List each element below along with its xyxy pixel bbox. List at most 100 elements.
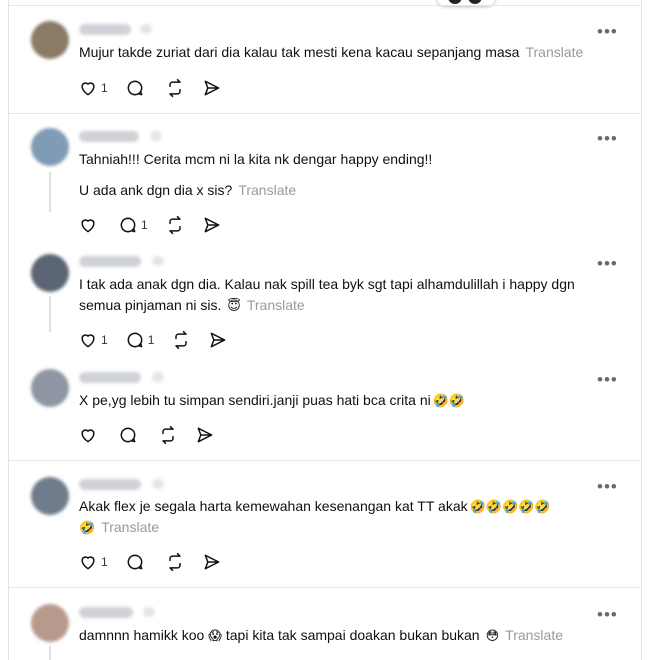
comment-actions xyxy=(78,424,232,446)
timestamp xyxy=(140,24,152,34)
thread-line xyxy=(49,172,51,212)
share-button[interactable] xyxy=(202,77,222,99)
timestamp xyxy=(150,131,162,141)
like-count: 1 xyxy=(101,333,108,347)
comment-actions: 1 1 xyxy=(78,329,245,351)
comment-icon xyxy=(120,217,136,233)
avatar[interactable] xyxy=(31,21,69,59)
heart-icon xyxy=(81,82,95,96)
more-options-icon[interactable]: ••• xyxy=(597,606,624,623)
emoji: 🤣🤣 xyxy=(432,393,466,408)
comment-text: U ada ank dgn dia x sis? Translate xyxy=(79,180,620,201)
comment-text: 🤣 Translate xyxy=(79,517,620,538)
comment-actions: 1 xyxy=(78,551,239,573)
reply-count: 1 xyxy=(147,333,155,347)
heart-icon xyxy=(81,556,95,570)
comment-body: Akak flex je segala harta kemewahan kese… xyxy=(79,498,468,514)
divider xyxy=(8,587,640,588)
share-button[interactable] xyxy=(202,551,222,573)
comment-body: I tak ada anak dgn dia. Kalau nak spill … xyxy=(79,276,575,292)
reply-count: 1 xyxy=(141,218,148,232)
comment-body: damnnn hamikk koo xyxy=(79,627,205,643)
comment-icon xyxy=(127,332,143,348)
username[interactable] xyxy=(79,607,133,618)
avatar[interactable] xyxy=(31,369,69,407)
reply-button[interactable]: 1 xyxy=(125,329,155,351)
username[interactable] xyxy=(79,479,141,490)
repost-button[interactable] xyxy=(165,551,185,573)
emoji: 😳 xyxy=(485,628,500,643)
like-button[interactable] xyxy=(78,214,101,236)
reply-button[interactable] xyxy=(125,77,148,99)
username[interactable] xyxy=(79,131,139,142)
translate-link[interactable]: Translate xyxy=(238,182,296,198)
comment-actions: 1 xyxy=(78,77,239,99)
like-button[interactable] xyxy=(78,424,101,446)
like-count: 1 xyxy=(101,81,108,95)
translate-link[interactable]: Translate xyxy=(525,44,583,60)
repost-button[interactable] xyxy=(165,77,185,99)
repost-button[interactable] xyxy=(171,329,191,351)
more-options-icon[interactable]: ••• xyxy=(597,478,624,495)
heart-icon xyxy=(81,219,95,233)
comment-icon xyxy=(120,427,136,443)
timestamp xyxy=(152,256,164,266)
thread-line xyxy=(49,646,51,660)
more-options-icon[interactable]: ••• xyxy=(597,23,624,40)
emoji: 😇 xyxy=(227,298,241,313)
heart-icon xyxy=(81,334,95,348)
comment-body: X pe,yg lebih tu simpan sendiri.janji pu… xyxy=(79,392,431,408)
avatar[interactable] xyxy=(31,128,69,166)
thread-line xyxy=(49,296,51,332)
reply-button[interactable] xyxy=(118,424,141,446)
translate-link[interactable]: Translate xyxy=(247,297,305,313)
heart-icon xyxy=(81,429,95,443)
share-button[interactable] xyxy=(208,329,228,351)
translate-link[interactable]: Translate xyxy=(505,627,563,643)
avatar[interactable] xyxy=(31,254,69,292)
emoji: 🤣🤣🤣🤣🤣 xyxy=(469,499,551,514)
like-button[interactable]: 1 xyxy=(78,77,108,99)
more-options-icon[interactable]: ••• xyxy=(597,371,624,388)
more-options-icon[interactable]: ••• xyxy=(597,255,624,272)
divider xyxy=(8,113,640,114)
translate-link[interactable]: Translate xyxy=(101,519,159,535)
comment-text: Mujur takde zuriat dari dia kalau tak me… xyxy=(79,42,620,63)
comment-icon xyxy=(127,554,143,570)
avatar[interactable] xyxy=(31,477,69,515)
timestamp xyxy=(152,479,164,489)
avatar[interactable] xyxy=(31,604,69,642)
emoji: 🤣 xyxy=(79,520,96,535)
comment-text: I tak ada anak dgn dia. Kalau nak spill … xyxy=(79,274,620,295)
comment-text: damnnn hamikk koo 😱 tapi kita tak sampai d… xyxy=(79,625,620,646)
username[interactable] xyxy=(79,256,141,267)
send-icon xyxy=(204,554,220,570)
username[interactable] xyxy=(79,24,131,35)
comment-text: semua pinjaman ni sis. 😇 Translate xyxy=(79,295,620,316)
share-button[interactable] xyxy=(195,424,215,446)
send-icon xyxy=(204,217,220,233)
repost-icon xyxy=(175,330,188,350)
username[interactable] xyxy=(79,372,141,383)
emoji: 😱 xyxy=(208,628,222,643)
send-icon xyxy=(204,80,220,96)
comment-body: Tahniah!!! Cerita mcm ni la kita nk deng… xyxy=(79,151,433,167)
like-button[interactable]: 1 xyxy=(78,551,108,573)
timestamp xyxy=(143,607,155,617)
like-button[interactable]: 1 xyxy=(78,329,108,351)
divider xyxy=(8,460,640,461)
divider xyxy=(8,5,640,6)
reply-button[interactable] xyxy=(125,551,148,573)
timestamp xyxy=(152,372,164,382)
avatar xyxy=(468,0,482,4)
reply-button[interactable]: 1 xyxy=(118,214,148,236)
repost-button[interactable] xyxy=(165,214,185,236)
repost-button[interactable] xyxy=(158,424,178,446)
more-options-icon[interactable]: ••• xyxy=(597,130,624,147)
repost-icon xyxy=(168,215,181,235)
share-button[interactable] xyxy=(202,214,222,236)
like-count: 1 xyxy=(101,555,108,569)
comment-body: U ada ank dgn dia x sis? xyxy=(79,182,233,198)
repost-icon xyxy=(162,425,174,445)
comment-actions: 1 xyxy=(78,214,239,236)
